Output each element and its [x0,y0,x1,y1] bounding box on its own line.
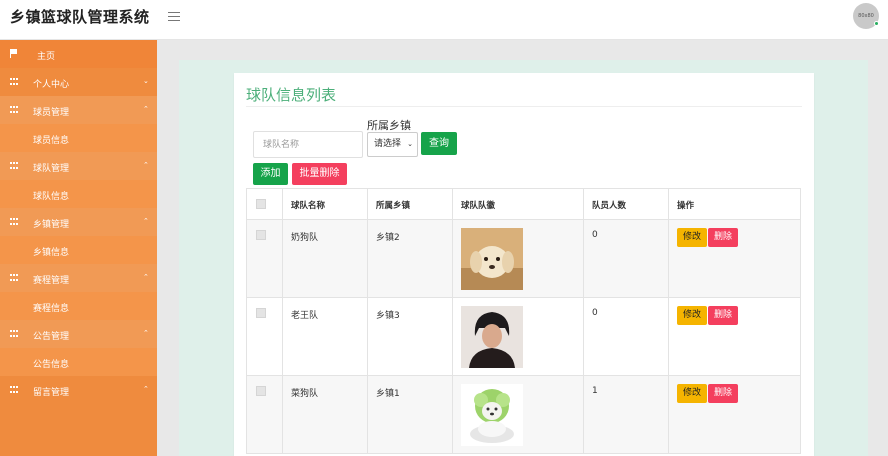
town-cell: 乡镇3 [367,297,453,376]
chevron-up-icon: ⌃ [143,273,149,281]
member-count-cell: 1 [583,375,669,454]
sidebar-item-message-management[interactable]: 留言管理 ⌃ [0,376,157,404]
grid-icon [10,386,19,394]
row-select-cell [246,297,283,376]
grid-icon [10,218,19,226]
row-checkbox[interactable] [256,308,266,318]
chevron-up-icon: ⌃ [143,105,149,113]
sidebar-item-schedule-management[interactable]: 赛程管理 ⌃ [0,264,157,292]
column-header: 所属乡镇 [367,188,453,220]
chevron-up-icon: ⌃ [143,385,149,393]
flag-icon [10,49,18,58]
column-header: 队员人数 [583,188,669,220]
sidebar-item-home[interactable]: 主页 [0,40,157,68]
town-select[interactable]: 请选择 ⌄ [367,132,418,157]
sidebar-item-town-management[interactable]: 乡镇管理 ⌃ [0,208,157,236]
grid-icon [10,330,19,338]
logo-cell [452,297,584,376]
chevron-down-icon: ⌄ [143,77,149,85]
puppy-logo-image [461,228,523,290]
online-status-dot [874,21,879,26]
town-cell: 乡镇2 [367,219,453,298]
sidebar-subitem-label: 公告信息 [33,360,70,370]
sidebar-item-player-management[interactable]: 球员管理 ⌃ [0,96,157,124]
sidebar-item-personal-center[interactable]: 个人中心 ⌄ [0,68,157,96]
table-row: 老王队 乡镇3 0 修改 删除 [246,297,801,376]
row-checkbox[interactable] [256,386,266,396]
member-count-cell: 0 [583,219,669,298]
team-name-cell: 奶狗队 [282,219,368,298]
operations-cell: 修改 删除 [668,375,801,454]
sidebar-item-label: 公告管理 [33,332,70,342]
sidebar-item-notice-management[interactable]: 公告管理 ⌃ [0,320,157,348]
column-header: 球队队徽 [452,188,584,220]
delete-button[interactable]: 删除 [708,384,738,403]
team-table: 球队名称 所属乡镇 球队队徽 队员人数 操作 奶狗队 乡镇2 0 修改 删除 老… [246,188,801,454]
sidebar-subitem-team-info[interactable]: 球队信息 [0,180,157,208]
operations-cell: 修改 删除 [668,297,801,376]
sidebar-item-label: 赛程管理 [33,276,70,286]
table-row: 奶狗队 乡镇2 0 修改 删除 [246,219,801,298]
table-header-row: 球队名称 所属乡镇 球队队徽 队员人数 操作 [246,188,801,220]
row-checkbox[interactable] [256,230,266,240]
select-all-cell [246,188,283,220]
delete-button[interactable]: 删除 [708,306,738,325]
chevron-up-icon: ⌃ [143,161,149,169]
sidebar-subitem-notice-info[interactable]: 公告信息 [0,348,157,376]
chevron-up-icon: ⌃ [143,329,149,337]
row-select-cell [246,219,283,298]
sidebar-item-label: 乡镇管理 [33,220,70,230]
chevron-up-icon: ⌃ [143,217,149,225]
grid-icon [10,162,19,170]
sidebar-item-label: 球员管理 [33,108,70,118]
logo-cell [452,375,584,454]
portrait-logo-image [461,306,523,368]
column-header: 球队名称 [282,188,368,220]
logo-cell [452,219,584,298]
sidebar-subitem-label: 乡镇信息 [33,248,70,258]
team-name-cell: 菜狗队 [282,375,368,454]
sidebar-item-label: 个人中心 [33,80,70,90]
sidebar: 主页 个人中心 ⌄ 球员管理 ⌃ 球员信息 球队管理 ⌃ 球队信息 乡镇管理 ⌃… [0,40,157,456]
sidebar-item-team-management[interactable]: 球队管理 ⌃ [0,152,157,180]
menu-toggle-icon[interactable] [168,9,182,21]
member-count-cell: 0 [583,297,669,376]
sidebar-item-label: 球队管理 [33,164,70,174]
table-row: 菜狗队 乡镇1 1 修改 删除 [246,375,801,454]
team-name-cell: 老王队 [282,297,368,376]
sidebar-subitem-schedule-info[interactable]: 赛程信息 [0,292,157,320]
sidebar-subitem-label: 球队信息 [33,192,70,202]
sidebar-item-label: 留言管理 [33,388,70,398]
town-cell: 乡镇1 [367,375,453,454]
town-select-value: 请选择 [374,139,402,149]
top-header: 乡镇篮球队管理系统 80x80 [0,0,888,40]
column-header: 操作 [668,188,801,220]
title-divider [246,106,802,107]
edit-button[interactable]: 修改 [677,384,707,403]
row-select-cell [246,375,283,454]
add-button[interactable]: 添加 [253,163,288,185]
cabbage-dog-logo-image [461,384,523,446]
town-filter-label: 所属乡镇 [367,119,411,132]
sidebar-subitem-town-info[interactable]: 乡镇信息 [0,236,157,264]
edit-button[interactable]: 修改 [677,228,707,247]
page-title: 球队信息列表 [246,86,337,104]
app-title: 乡镇篮球队管理系统 [10,8,150,26]
team-name-search-input[interactable]: 球队名称 [253,131,363,158]
delete-button[interactable]: 删除 [708,228,738,247]
batch-delete-button[interactable]: 批量删除 [292,163,347,185]
select-all-checkbox[interactable] [256,199,266,209]
chevron-down-icon: ⌄ [407,140,413,148]
grid-icon [10,78,19,86]
grid-icon [10,106,19,114]
sidebar-subitem-label: 球员信息 [33,136,70,146]
grid-icon [10,274,19,282]
operations-cell: 修改 删除 [668,219,801,298]
edit-button[interactable]: 修改 [677,306,707,325]
sidebar-subitem-player-info[interactable]: 球员信息 [0,124,157,152]
sidebar-subitem-label: 赛程信息 [33,304,70,314]
query-button[interactable]: 查询 [421,132,457,155]
sidebar-item-label: 主页 [37,52,56,62]
